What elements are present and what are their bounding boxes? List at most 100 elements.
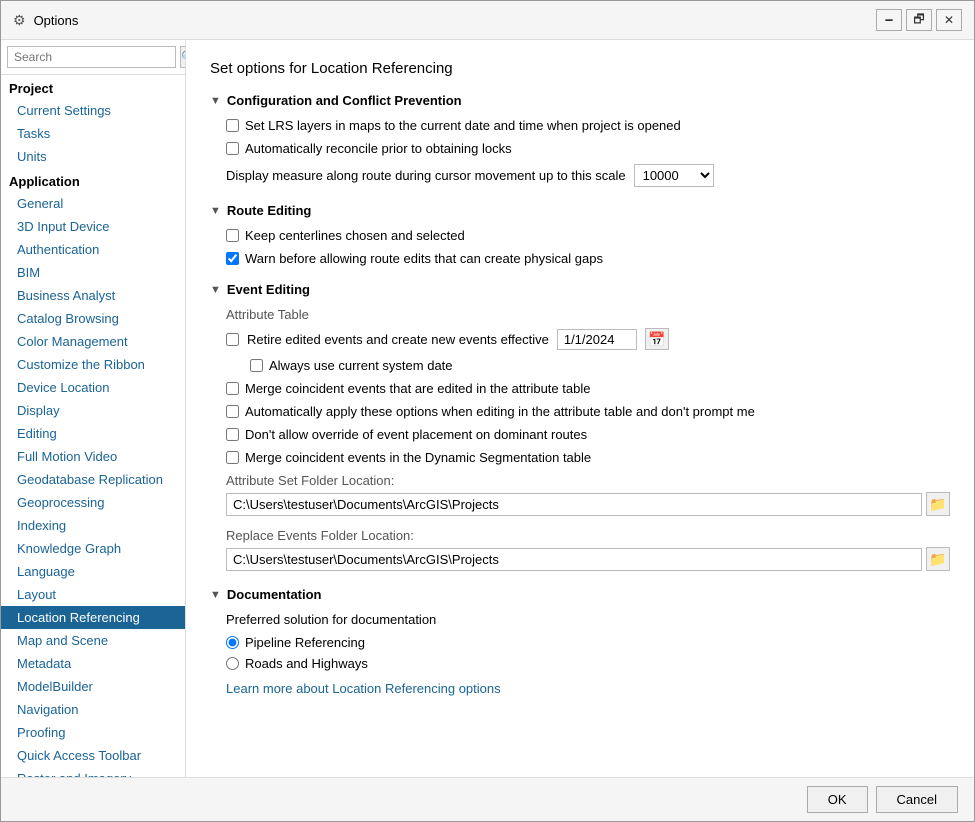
route-editing-header: ▼ Route Editing [210, 203, 950, 218]
route-collapse-icon[interactable]: ▼ [210, 205, 221, 217]
roads-highways-label[interactable]: Roads and Highways [226, 656, 368, 671]
merge-coincident-attr-label[interactable]: Merge coincident events that are edited … [226, 381, 590, 396]
sidebar-item-current-settings[interactable]: Current Settings [1, 99, 185, 122]
sidebar-item-bim[interactable]: BIM [1, 261, 185, 284]
sidebar-item-color-management[interactable]: Color Management [1, 330, 185, 353]
application-group-header: Application [1, 168, 185, 192]
replace-events-folder-input[interactable] [226, 548, 922, 571]
config-conflict-header: ▼ Configuration and Conflict Prevention [210, 93, 950, 108]
merge-coincident-dynamic-label[interactable]: Merge coincident events in the Dynamic S… [226, 450, 591, 465]
event-collapse-icon[interactable]: ▼ [210, 284, 221, 296]
merge-coincident-dynamic-checkbox[interactable] [226, 451, 239, 464]
sidebar-item-quick-access-toolbar[interactable]: Quick Access Toolbar [1, 744, 185, 767]
replace-events-folder-button[interactable]: 📁 [926, 547, 950, 571]
event-editing-content: Attribute Table Retire edited events and… [210, 307, 950, 571]
set-lrs-option: Set LRS layers in maps to the current da… [226, 118, 950, 133]
event-editing-header: ▼ Event Editing [210, 282, 950, 297]
sidebar-item-raster-and-imagery[interactable]: Raster and Imagery [1, 767, 185, 777]
sidebar-item-metadata[interactable]: Metadata [1, 652, 185, 675]
dialog-title: Options [34, 13, 79, 28]
keep-centerlines-label[interactable]: Keep centerlines chosen and selected [226, 228, 465, 243]
sidebar-item-geodatabase-replication[interactable]: Geodatabase Replication [1, 468, 185, 491]
sidebar-item-tasks[interactable]: Tasks [1, 122, 185, 145]
sidebar-item-full-motion-video[interactable]: Full Motion Video [1, 445, 185, 468]
page-title: Set options for Location Referencing [210, 60, 950, 77]
ok-button[interactable]: OK [807, 786, 868, 813]
sidebar-item-general[interactable]: General [1, 192, 185, 215]
options-dialog: ⚙ Options 🗕 🗗 ✕ 🔍 ▼ Project Current Sett… [0, 0, 975, 822]
close-button[interactable]: ✕ [936, 9, 962, 31]
doc-collapse-icon[interactable]: ▼ [210, 589, 221, 601]
attribute-table-label: Attribute Table [226, 307, 950, 322]
dont-allow-override-option: Don't allow override of event placement … [226, 427, 950, 442]
attr-set-folder-input[interactable] [226, 493, 922, 516]
keep-centerlines-option: Keep centerlines chosen and selected [226, 228, 950, 243]
pipeline-referencing-label[interactable]: Pipeline Referencing [226, 635, 365, 650]
sidebar-item-knowledge-graph[interactable]: Knowledge Graph [1, 537, 185, 560]
event-editing-label: Event Editing [227, 282, 310, 297]
sidebar-item-location-referencing[interactable]: Location Referencing [1, 606, 185, 629]
search-input[interactable] [7, 46, 176, 68]
sidebar-item-catalog-browsing[interactable]: Catalog Browsing [1, 307, 185, 330]
attr-set-folder-button[interactable]: 📁 [926, 492, 950, 516]
dialog-footer: OK Cancel [1, 777, 974, 821]
dont-allow-override-checkbox[interactable] [226, 428, 239, 441]
always-use-current-checkbox[interactable] [250, 359, 263, 372]
attr-set-folder-row: 📁 [226, 492, 950, 516]
config-conflict-label: Configuration and Conflict Prevention [227, 93, 462, 108]
sidebar-item-language[interactable]: Language [1, 560, 185, 583]
sidebar-item-proofing[interactable]: Proofing [1, 721, 185, 744]
warn-before-checkbox[interactable] [226, 252, 239, 265]
options-icon: ⚙ [13, 12, 26, 29]
sidebar-item-navigation[interactable]: Navigation [1, 698, 185, 721]
merge-coincident-dynamic-option: Merge coincident events in the Dynamic S… [226, 450, 950, 465]
sidebar-item-customize-ribbon[interactable]: Customize the Ribbon [1, 353, 185, 376]
retire-events-checkbox[interactable] [226, 333, 239, 346]
sidebar-item-device-location[interactable]: Device Location [1, 376, 185, 399]
documentation-label: Documentation [227, 587, 322, 602]
preferred-solution-label: Preferred solution for documentation [226, 612, 950, 627]
date-input[interactable] [557, 329, 637, 350]
pipeline-referencing-radio[interactable] [226, 636, 239, 649]
sidebar-item-layout[interactable]: Layout [1, 583, 185, 606]
auto-apply-checkbox[interactable] [226, 405, 239, 418]
config-collapse-icon[interactable]: ▼ [210, 95, 221, 107]
merge-coincident-attr-checkbox[interactable] [226, 382, 239, 395]
config-conflict-section: ▼ Configuration and Conflict Prevention … [210, 93, 950, 187]
roads-highways-radio[interactable] [226, 657, 239, 670]
dont-allow-override-label[interactable]: Don't allow override of event placement … [226, 427, 587, 442]
auto-apply-label[interactable]: Automatically apply these options when e… [226, 404, 755, 419]
keep-centerlines-checkbox[interactable] [226, 229, 239, 242]
sidebar: 🔍 ▼ Project Current Settings Tasks Units… [1, 40, 186, 777]
sidebar-item-map-and-scene[interactable]: Map and Scene [1, 629, 185, 652]
sidebar-item-business-analyst[interactable]: Business Analyst [1, 284, 185, 307]
warn-before-option: Warn before allowing route edits that ca… [226, 251, 950, 266]
sidebar-item-geoprocessing[interactable]: Geoprocessing [1, 491, 185, 514]
auto-reconcile-option: Automatically reconcile prior to obtaini… [226, 141, 950, 156]
sidebar-item-editing[interactable]: Editing [1, 422, 185, 445]
sidebar-item-indexing[interactable]: Indexing [1, 514, 185, 537]
warn-before-label[interactable]: Warn before allowing route edits that ca… [226, 251, 603, 266]
sidebar-item-authentication[interactable]: Authentication [1, 238, 185, 261]
sidebar-item-3d-input-device[interactable]: 3D Input Device [1, 215, 185, 238]
auto-reconcile-checkbox[interactable] [226, 142, 239, 155]
set-lrs-label[interactable]: Set LRS layers in maps to the current da… [226, 118, 681, 133]
retire-events-option: Retire edited events and create new even… [226, 328, 950, 350]
set-lrs-checkbox[interactable] [226, 119, 239, 132]
restore-button[interactable]: 🗗 [906, 9, 932, 31]
minimize-button[interactable]: 🗕 [876, 9, 902, 31]
sidebar-item-units[interactable]: Units [1, 145, 185, 168]
scale-select[interactable]: 10000 [634, 164, 714, 187]
learn-more-link[interactable]: Learn more about Location Referencing op… [226, 681, 501, 696]
main-content: Set options for Location Referencing ▼ C… [186, 40, 974, 777]
auto-reconcile-label[interactable]: Automatically reconcile prior to obtaini… [226, 141, 512, 156]
cancel-button[interactable]: Cancel [876, 786, 958, 813]
documentation-content: Preferred solution for documentation Pip… [210, 612, 950, 696]
route-editing-section: ▼ Route Editing Keep centerlines chosen … [210, 203, 950, 266]
always-use-current-label[interactable]: Always use current system date [250, 358, 453, 373]
always-use-current-option: Always use current system date [226, 358, 950, 373]
search-box: 🔍 ▼ [1, 40, 185, 75]
calendar-button[interactable]: 📅 [645, 328, 669, 350]
sidebar-item-modelbuilder[interactable]: ModelBuilder [1, 675, 185, 698]
sidebar-item-display[interactable]: Display [1, 399, 185, 422]
